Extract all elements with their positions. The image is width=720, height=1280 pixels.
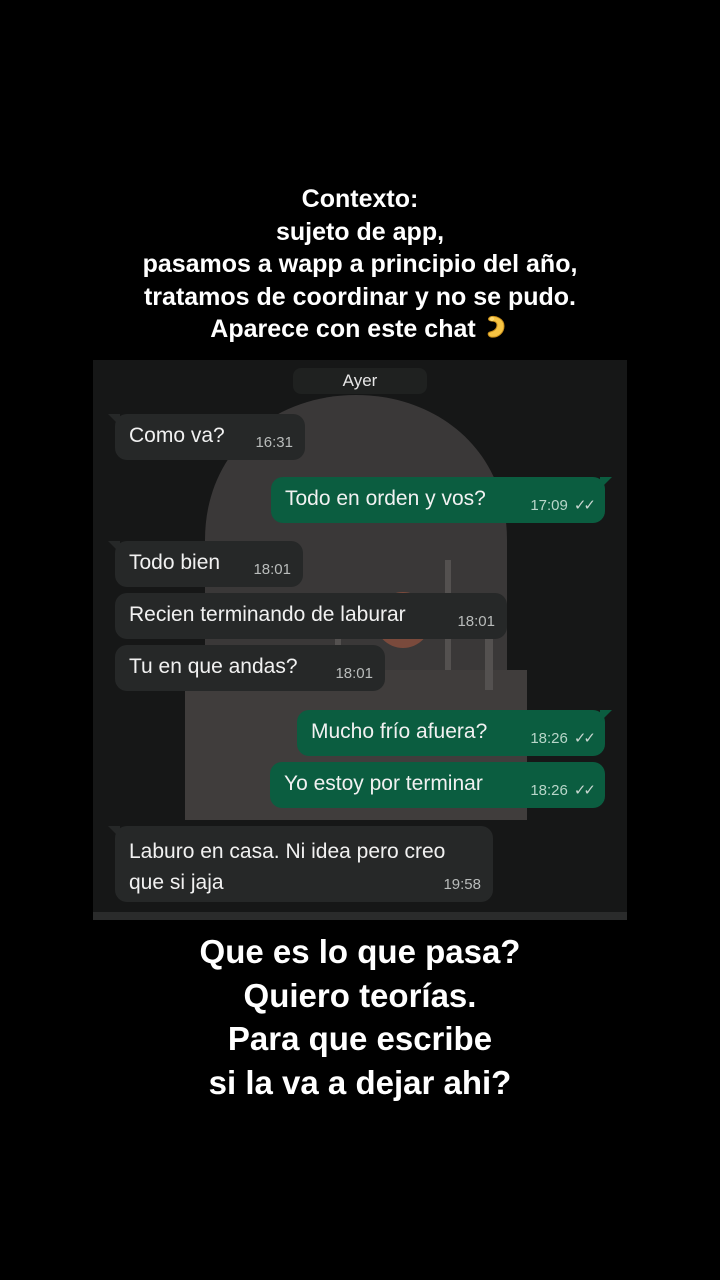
message-time: 17:09 bbox=[530, 497, 568, 514]
top-caption-line: Contexto: bbox=[301, 185, 419, 213]
message-bubble-incoming[interactable]: Laburo en casa. Ni idea pero creo que si… bbox=[108, 826, 493, 902]
message-time: 18:01 bbox=[457, 613, 495, 630]
screenshot-bottom-strip bbox=[93, 912, 627, 920]
double-check-icon: ✓✓ bbox=[573, 730, 596, 747]
message-text: Laburo en casa. Ni idea pero creo que si… bbox=[129, 840, 446, 894]
message-bubble-incoming[interactable]: Recien terminando de laburar 18:01 bbox=[115, 593, 507, 639]
bottom-caption-line: Que es lo que pasa? bbox=[199, 933, 521, 970]
top-caption: Contexto: sujeto de app, pasamos a wapp … bbox=[0, 183, 720, 350]
top-caption-line-last: Aparece con este chat bbox=[0, 313, 720, 350]
bottom-caption-line: si la va a dejar ahi? bbox=[208, 1063, 512, 1101]
message-bubble-incoming[interactable]: Como va? 16:31 bbox=[108, 414, 305, 460]
message-time: 18:01 bbox=[253, 561, 291, 578]
message-bubble-outgoing[interactable]: Mucho frío afuera? 18:26 ✓✓ bbox=[297, 710, 612, 756]
bubble-tail bbox=[600, 710, 612, 722]
message-text: Todo bien bbox=[129, 551, 221, 574]
top-caption-line: sujeto de app, bbox=[275, 217, 445, 246]
bubble-tail bbox=[108, 541, 120, 553]
top-caption-line-text: Aparece con este chat bbox=[210, 315, 476, 343]
date-chip: Ayer bbox=[293, 368, 427, 394]
message-bubble-incoming[interactable]: Todo bien 18:01 bbox=[108, 541, 303, 587]
bottom-caption-line: Quiero teorías. bbox=[243, 976, 477, 1014]
message-text: Tu en que andas? bbox=[129, 655, 298, 678]
pinched-fingers-hand-icon bbox=[482, 313, 510, 350]
message-text: Todo en orden y vos? bbox=[285, 487, 486, 510]
message-time: 18:26 bbox=[530, 730, 568, 747]
message-text: Recien terminando de laburar bbox=[129, 603, 406, 626]
message-text: Yo estoy por terminar bbox=[284, 772, 483, 795]
message-time: 16:31 bbox=[255, 434, 293, 451]
message-text: Como va? bbox=[129, 424, 225, 447]
top-caption-line: pasamos a wapp a principio del año, bbox=[142, 250, 578, 278]
message-bubble-incoming[interactable]: Tu en que andas? 18:01 bbox=[115, 645, 385, 691]
chat-screenshot: Ayer Como va? 16:31 Todo en orden y vos?… bbox=[93, 360, 627, 920]
bottom-caption-line: Para que escribe bbox=[227, 1020, 493, 1057]
message-time: 18:01 bbox=[335, 665, 373, 682]
tiktok-frame: Contexto: sujeto de app, pasamos a wapp … bbox=[0, 0, 720, 1280]
message-time-status: 18:26 ✓✓ bbox=[530, 781, 596, 799]
message-time: 18:26 bbox=[530, 782, 568, 799]
message-bubble-outgoing[interactable]: Todo en orden y vos? 17:09 ✓✓ bbox=[271, 477, 612, 523]
message-bubble-outgoing[interactable]: Yo estoy por terminar 18:26 ✓✓ bbox=[270, 762, 605, 808]
bubble-tail bbox=[600, 477, 612, 489]
message-time: 19:58 bbox=[443, 876, 481, 893]
bottom-caption: Que es lo que pasa? Quiero teorías. Para… bbox=[0, 930, 720, 1104]
message-text: Mucho frío afuera? bbox=[311, 720, 488, 743]
top-caption-line: tratamos de coordinar y no se pudo. bbox=[143, 282, 577, 311]
message-time-status: 17:09 ✓✓ bbox=[530, 496, 596, 514]
bubble-tail bbox=[108, 414, 120, 426]
double-check-icon: ✓✓ bbox=[573, 497, 596, 514]
double-check-icon: ✓✓ bbox=[573, 782, 596, 799]
bubble-tail bbox=[108, 826, 120, 838]
message-time-status: 18:26 ✓✓ bbox=[530, 729, 596, 747]
